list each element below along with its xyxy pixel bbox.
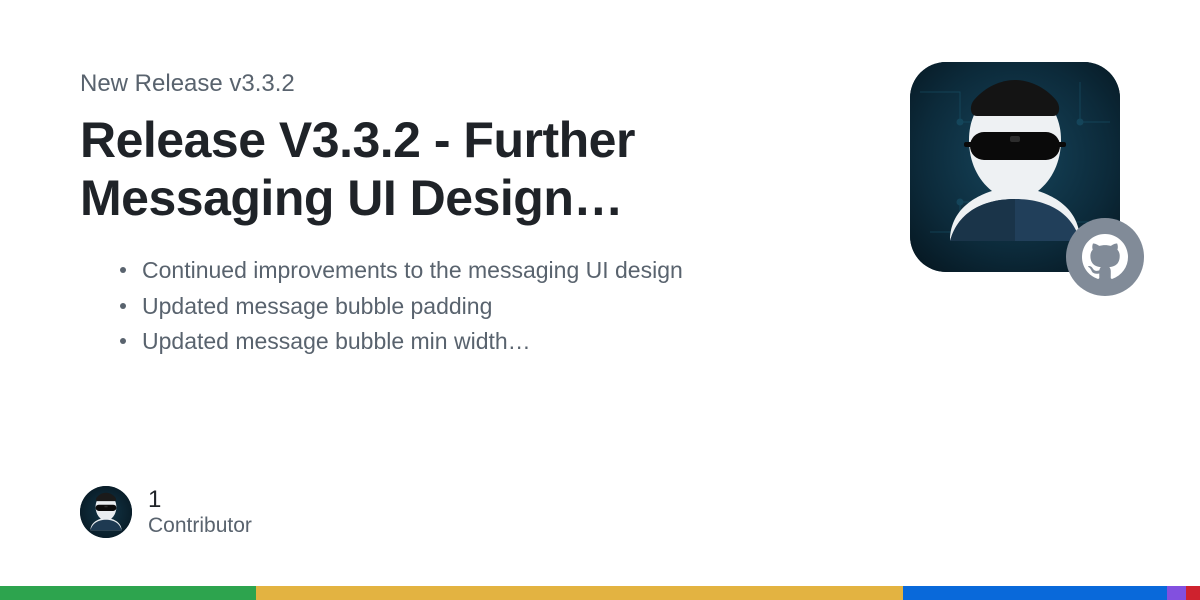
language-segment	[903, 586, 1167, 600]
github-icon	[1066, 218, 1144, 296]
release-note-item: Updated message bubble padding	[120, 289, 880, 325]
release-note-item: Continued improvements to the messaging …	[120, 253, 880, 289]
contributor-avatar	[80, 486, 132, 538]
owner-avatar-block	[910, 62, 1120, 272]
contributor-meta: 1 Contributor	[148, 487, 252, 536]
contributor-block: 1 Contributor	[80, 486, 252, 538]
language-segment	[1186, 586, 1200, 600]
language-segment	[0, 586, 256, 600]
release-notes-list: Continued improvements to the messaging …	[120, 253, 880, 360]
contributor-count: 1	[148, 487, 252, 513]
language-stripe	[0, 586, 1200, 600]
language-segment	[1167, 586, 1186, 600]
release-title: Release V3.3.2 - Further Messaging UI De…	[80, 112, 860, 227]
language-segment	[256, 586, 903, 600]
release-note-item: Updated message bubble min width…	[120, 324, 880, 360]
release-social-card: New Release v3.3.2 Release V3.3.2 - Furt…	[0, 0, 1200, 600]
contributor-label: Contributor	[148, 514, 252, 537]
